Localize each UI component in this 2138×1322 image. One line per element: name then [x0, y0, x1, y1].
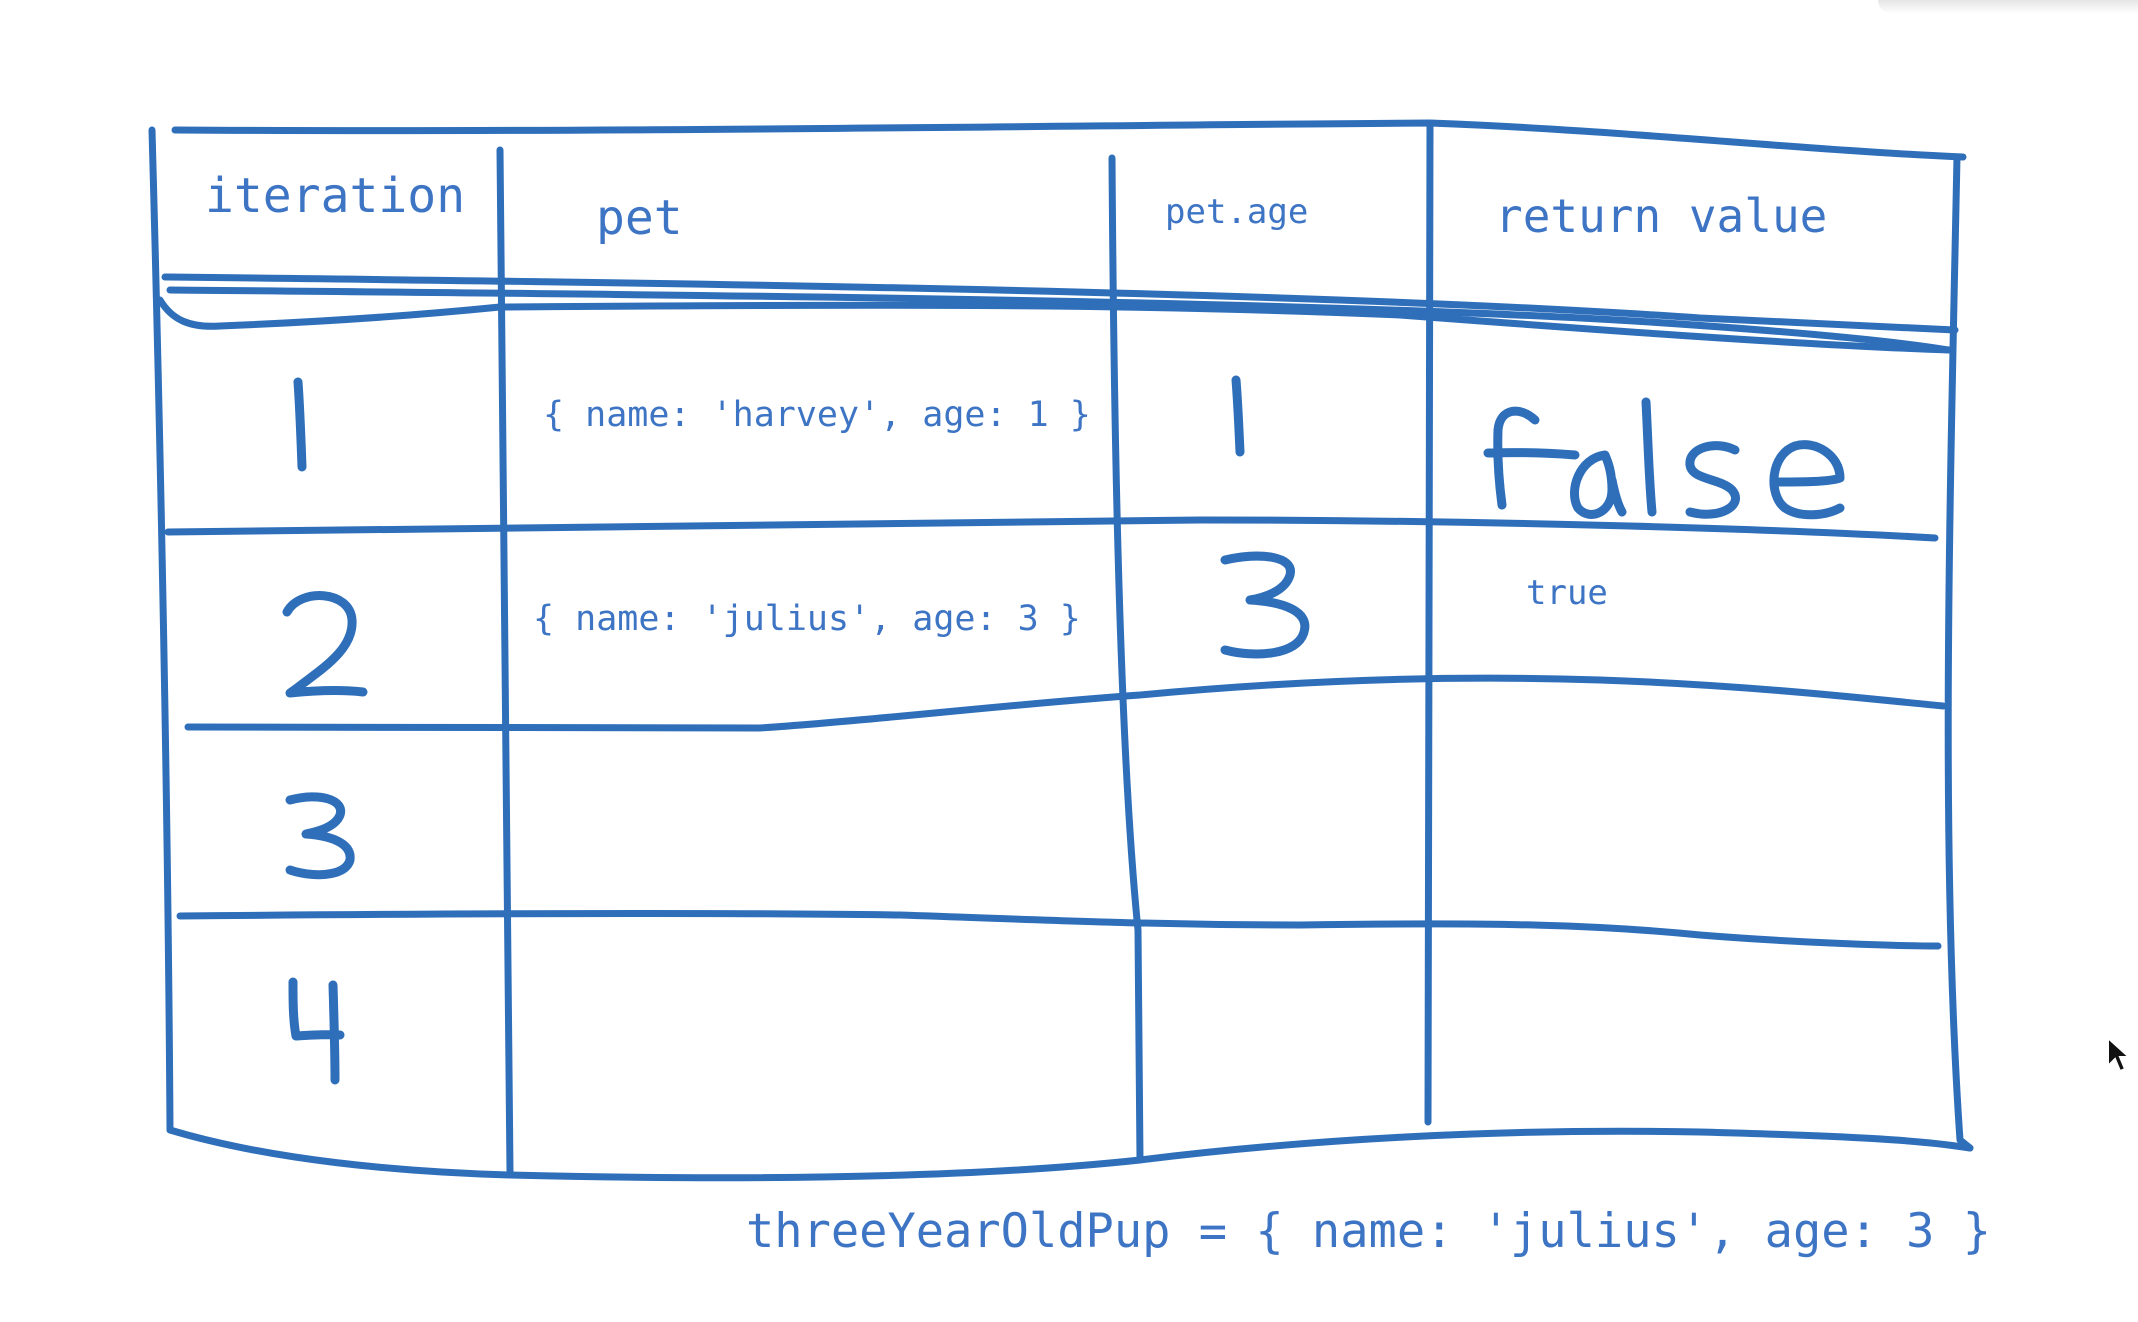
table-header: iteration pet pet.age return value	[205, 168, 1827, 246]
pet-column-values: { name: 'harvey', age: 1 } { name: 'juli…	[533, 395, 1091, 639]
table-grid	[148, 119, 1974, 1182]
svg-text:3: 3	[0, 0, 1, 1]
table-right-border	[1944, 153, 1974, 1152]
column-divider-3	[1424, 121, 1434, 1126]
header-pet-age: pet.age	[1165, 192, 1308, 232]
row-divider-3	[176, 909, 1942, 950]
svg-text:4: 4	[0, 0, 1, 1]
result-assignment: threeYearOldPup = { name: 'julius', age:…	[746, 1204, 1991, 1259]
svg-text:1: 1	[0, 0, 1, 1]
header-return-value: return value	[1495, 189, 1827, 243]
row-divider-2	[184, 674, 1947, 732]
row-2-return-value: true	[1526, 573, 1608, 613]
svg-text:3: 3	[0, 0, 1, 1]
header-pet: pet	[596, 190, 683, 246]
table-top-border	[171, 119, 1967, 161]
row-divider-1	[164, 516, 1939, 542]
row-2-pet: { name: 'julius', age: 3 }	[533, 599, 1081, 639]
mouse-cursor-icon	[2107, 1035, 2132, 1073]
row-1-pet: { name: 'harvey', age: 1 }	[543, 395, 1091, 435]
svg-text:false: false	[0, 0, 3, 1]
svg-text:1: 1	[0, 0, 1, 1]
svg-text:2: 2	[0, 0, 1, 1]
table-bottom-border	[166, 1126, 1974, 1182]
whiteboard-canvas: iteration pet pet.age return value { nam…	[0, 0, 2132, 1259]
header-iteration: iteration	[205, 168, 465, 224]
row-1-return-value: false	[0, 0, 1845, 520]
column-divider-1	[496, 146, 514, 1176]
row-2-iteration: 2	[0, 0, 368, 698]
row-1-iteration: 1	[0, 0, 307, 472]
